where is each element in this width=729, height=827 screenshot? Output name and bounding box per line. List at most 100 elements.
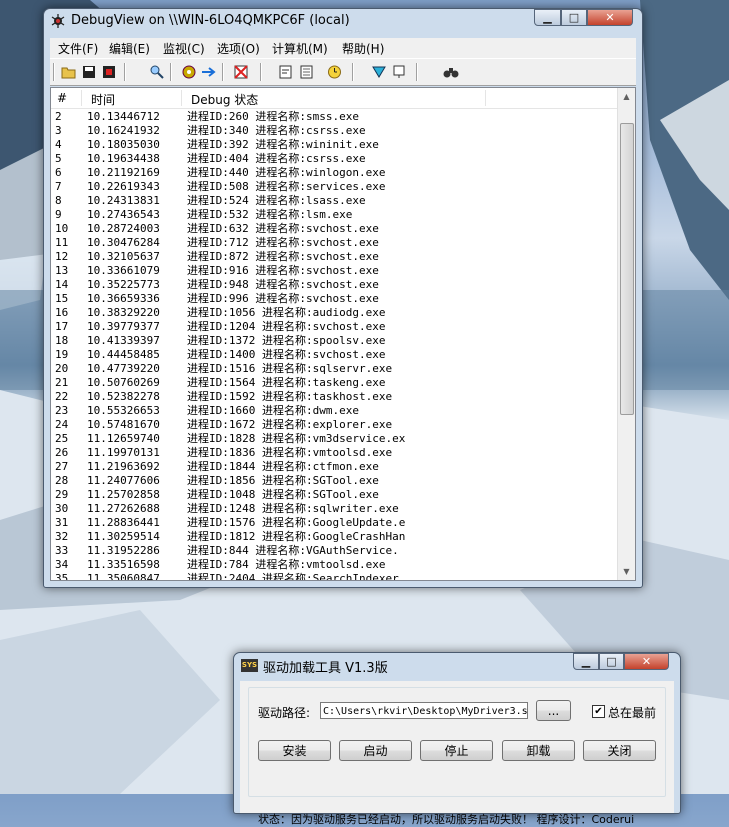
menu-file[interactable]: 文件(F) (58, 40, 98, 57)
list-row[interactable]: 16 10.38329220 进程ID:1056 进程名称:audiodg.exe (51, 306, 618, 320)
start-button[interactable]: 启动 (339, 740, 412, 761)
row-number: 10 (55, 222, 69, 235)
list-row[interactable]: 8 10.24313831 进程ID:524 进程名称:lsass.exe (51, 194, 618, 208)
list-row[interactable]: 15 10.36659336 进程ID:996 进程名称:svchost.exe (51, 292, 618, 306)
list-row[interactable]: 3 10.16241932 进程ID:340 进程名称:csrss.exe (51, 124, 618, 138)
row-number: 22 (55, 390, 69, 403)
list-row[interactable]: 32 11.30259514 进程ID:1812 进程名称:GoogleCrashH… (51, 530, 618, 544)
list-row[interactable]: 24 10.57481670 进程ID:1672 进程名称:explorer.exe (51, 418, 618, 432)
browse-button[interactable]: ... (536, 700, 571, 721)
list-row[interactable]: 28 11.24077606 进程ID:1856 进程名称:SGTool.exe (51, 474, 618, 488)
menu-help[interactable]: 帮助(H) (342, 40, 384, 57)
close-button[interactable]: ✕ (624, 653, 669, 670)
list-row[interactable]: 18 10.41339397 进程ID:1372 进程名称:spoolsv.exe (51, 334, 618, 348)
column-header-time[interactable]: 时间 (91, 91, 115, 108)
list-row[interactable]: 22 10.52382278 进程ID:1592 进程名称:taskhost.exe (51, 390, 618, 404)
list-row[interactable]: 21 10.50760269 进程ID:1564 进程名称:taskeng.exe (51, 376, 618, 390)
list-row[interactable]: 27 11.21963692 进程ID:1844 进程名称:ctfmon.exe (51, 460, 618, 474)
list-row[interactable]: 13 10.33661079 进程ID:916 进程名称:svchost.exe (51, 264, 618, 278)
menu-edit[interactable]: 编辑(E) (109, 40, 150, 57)
status-text: 状态：因为驱动服务已经启动，所以驱动服务启动失败！ 程序设计：Coderui (258, 813, 635, 826)
column-header-number[interactable]: # (57, 91, 67, 105)
list-row[interactable]: 6 10.21192169 进程ID:440 进程名称:winlogon.exe (51, 166, 618, 180)
menu-capture[interactable]: 监视(C) (163, 40, 205, 57)
maximize-button[interactable]: □ (599, 653, 624, 670)
row-message: 进程ID:712 进程名称:svchost.exe (187, 236, 379, 249)
list-row[interactable]: 23 10.55326653 进程ID:1660 进程名称:dwm.exe (51, 404, 618, 418)
list-row[interactable]: 2 10.13446712 进程ID:260 进程名称:smss.exe (51, 110, 618, 124)
list-row[interactable]: 30 11.27262688 进程ID:1248 进程名称:sqlwriter.ex… (51, 502, 618, 516)
list-row[interactable]: 10 10.28724003 进程ID:632 进程名称:svchost.exe (51, 222, 618, 236)
list-row[interactable]: 11 10.30476284 进程ID:712 进程名称:svchost.exe (51, 236, 618, 250)
highlight-icon[interactable] (370, 63, 387, 80)
row-number: 19 (55, 348, 69, 361)
row-message: 进程ID:844 进程名称:VGAuthService. (187, 544, 399, 557)
row-time: 10.41339397 (87, 334, 160, 347)
stop-button[interactable]: 停止 (420, 740, 493, 761)
title-bar[interactable]: DebugView on \\WIN-6LO4QMKPC6F (local) ▁… (44, 9, 642, 33)
row-number: 28 (55, 474, 69, 487)
autoscroll-arrow-icon[interactable] (200, 63, 217, 80)
close-button[interactable]: ✕ (587, 9, 633, 26)
open-folder-icon[interactable] (60, 63, 77, 80)
row-number: 5 (55, 152, 62, 165)
row-time: 11.35060847 (87, 572, 160, 580)
list-row[interactable]: 12 10.32105637 进程ID:872 进程名称:svchost.exe (51, 250, 618, 264)
uninstall-button[interactable]: 卸载 (502, 740, 575, 761)
list-row[interactable]: 4 10.18035030 进程ID:392 进程名称:wininit.exe (51, 138, 618, 152)
list-row[interactable]: 5 10.19634438 进程ID:404 进程名称:csrss.exe (51, 152, 618, 166)
properties-icon[interactable] (298, 63, 315, 80)
find-icon[interactable] (148, 63, 165, 80)
list-row[interactable]: 25 11.12659740 进程ID:1828 进程名称:vm3dservice.… (51, 432, 618, 446)
scroll-up-arrow-icon[interactable]: ▲ (618, 88, 635, 105)
row-number: 4 (55, 138, 62, 151)
list-row[interactable]: 14 10.35225773 进程ID:948 进程名称:svchost.exe (51, 278, 618, 292)
list-row[interactable]: 31 11.28836441 进程ID:1576 进程名称:GoogleUpdate… (51, 516, 618, 530)
row-number: 9 (55, 208, 62, 221)
list-row[interactable]: 29 11.25702858 进程ID:1048 进程名称:SGTool.exe (51, 488, 618, 502)
close-tool-button[interactable]: 关闭 (583, 740, 656, 761)
row-number: 23 (55, 404, 69, 417)
row-message: 进程ID:1204 进程名称:svchost.exe (187, 320, 386, 333)
history-depth-icon[interactable] (390, 63, 407, 80)
list-row[interactable]: 33 11.31952286 进程ID:844 进程名称:VGAuthService… (51, 544, 618, 558)
clock-icon[interactable] (326, 63, 343, 80)
scroll-thumb[interactable] (620, 123, 634, 415)
scroll-down-arrow-icon[interactable]: ▼ (618, 563, 635, 580)
vertical-scrollbar[interactable]: ▲ ▼ (617, 88, 635, 580)
menu-computer[interactable]: 计算机(M) (272, 40, 328, 57)
list-row[interactable]: 7 10.22619343 进程ID:508 进程名称:services.exe (51, 180, 618, 194)
capture-gear-icon[interactable] (180, 63, 197, 80)
app-icon (51, 14, 65, 28)
row-message: 进程ID:1248 进程名称:sqlwriter.exe (187, 502, 399, 515)
row-number: 27 (55, 460, 69, 473)
list-row[interactable]: 19 10.44458485 进程ID:1400 进程名称:svchost.exe (51, 348, 618, 362)
row-message: 进程ID:392 进程名称:wininit.exe (187, 138, 379, 151)
list-row[interactable]: 34 11.33516598 进程ID:784 进程名称:vmtoolsd.exe (51, 558, 618, 572)
title-bar[interactable]: SYS 驱动加载工具 V1.3版 ▁ □ ✕ (234, 653, 680, 677)
debug-output-list[interactable]: # 时间 Debug 状态 2 10.13446712 进程ID:260 进程名称:… (50, 87, 636, 581)
maximize-button[interactable]: □ (561, 9, 587, 26)
list-row[interactable]: 17 10.39779377 进程ID:1204 进程名称:svchost.exe (51, 320, 618, 334)
save-icon[interactable] (80, 63, 97, 80)
row-number: 29 (55, 488, 69, 501)
list-row[interactable]: 35 11.35060847 进程ID:2404 进程名称:SearchIndexe… (51, 572, 618, 580)
always-on-top-checkbox[interactable]: ✔ (592, 705, 605, 718)
filter-icon[interactable] (277, 63, 294, 80)
binoculars-icon[interactable] (442, 63, 459, 80)
driver-path-input[interactable]: C:\Users\rkvir\Desktop\MyDriver3.sys (320, 702, 528, 719)
list-row[interactable]: 20 10.47739220 进程ID:1516 进程名称:sqlservr.exe (51, 362, 618, 376)
list-row[interactable]: 26 11.19970131 进程ID:1836 进程名称:vmtoolsd.exe (51, 446, 618, 460)
clear-display-icon[interactable] (232, 63, 249, 80)
minimize-button[interactable]: ▁ (534, 9, 561, 26)
menu-options[interactable]: 选项(O) (217, 40, 260, 57)
list-row[interactable]: 9 10.27436543 进程ID:532 进程名称:lsm.exe (51, 208, 618, 222)
save-log-icon[interactable] (100, 63, 117, 80)
row-number: 21 (55, 376, 69, 389)
row-number: 11 (55, 236, 69, 249)
minimize-button[interactable]: ▁ (573, 653, 599, 670)
row-message: 进程ID:996 进程名称:svchost.exe (187, 292, 379, 305)
install-button[interactable]: 安装 (258, 740, 331, 761)
column-header-debug-status[interactable]: Debug 状态 (191, 91, 258, 108)
row-number: 26 (55, 446, 69, 459)
